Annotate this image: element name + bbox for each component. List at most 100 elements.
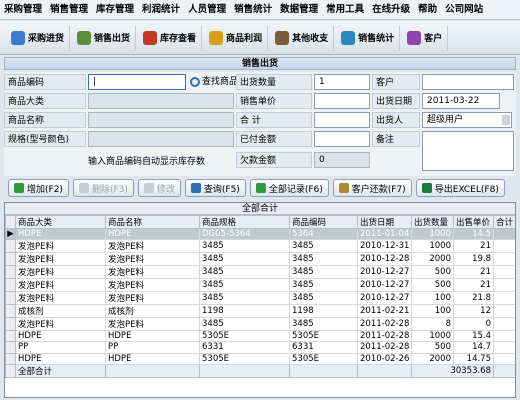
table-cell: 500 <box>411 278 454 293</box>
table-row[interactable]: 发泡PE料 发泡PE料 3485 3485 2010-12-27 500 21 <box>5 278 515 293</box>
menu-item[interactable]: 常用工具 <box>322 0 368 20</box>
table-cell: 19.8 <box>453 252 494 267</box>
menu-item[interactable]: 销售管理 <box>46 0 92 20</box>
action-button[interactable]: 导出EXCEL(F8) <box>415 179 505 197</box>
toolbar-button[interactable]: 客户 <box>402 25 449 50</box>
table-cell: 14.7 <box>453 341 494 354</box>
find-product-button[interactable]: 查找商品 <box>190 74 238 90</box>
toolbar-button[interactable]: 商品利润 <box>204 25 269 50</box>
menu-item[interactable]: 库存管理 <box>92 0 138 20</box>
paid-input[interactable] <box>314 131 370 147</box>
row-indicator <box>5 291 16 306</box>
table-cell: 5305E <box>199 352 290 365</box>
stock-hint: 输入商品编码自动显示库存数 <box>88 157 206 167</box>
column-header[interactable]: 出货日期 <box>357 215 412 229</box>
spec-field <box>88 131 234 147</box>
action-button-label: 全部记录(F6) <box>268 184 323 195</box>
table-cell: HDPE <box>15 227 106 241</box>
table-cell <box>493 252 515 267</box>
table-row[interactable]: 发泡PE料 发泡PE料 3485 3485 2011-02-28 8 0 <box>5 317 515 332</box>
table-cell: 100 <box>411 291 454 306</box>
toolbar-button[interactable]: 销售出货 <box>72 25 137 50</box>
table-cell <box>493 352 515 365</box>
table-cell: HDPE <box>105 227 200 241</box>
table-cell: 21 <box>453 265 494 280</box>
column-header[interactable]: 出售单价 <box>453 215 494 229</box>
action-button-label: 删除(F3) <box>91 184 128 195</box>
column-header[interactable]: 商品名称 <box>105 215 200 229</box>
document-icon <box>77 30 92 45</box>
column-header[interactable]: 出货数量 <box>411 215 454 229</box>
table-cell: 发泡PE料 <box>105 278 200 293</box>
toolbar-button[interactable]: 库存查看 <box>138 25 203 50</box>
table-row[interactable]: 发泡PE料 发泡PE料 3485 3485 2010-12-28 2000 19.8 <box>5 252 515 267</box>
toolbar-button[interactable]: 销售统计 <box>336 25 401 50</box>
row-indicator <box>5 352 16 365</box>
table-cell: 2000 <box>411 352 454 365</box>
customer-select[interactable] <box>422 74 514 90</box>
shipper-label: 出货人 <box>372 112 420 128</box>
action-button[interactable]: 增加(F2) <box>8 179 69 197</box>
table-cell: 成核剂 <box>105 304 200 319</box>
menu-item[interactable]: 利润统计 <box>138 0 184 20</box>
ship-date-label: 出货日期 <box>372 93 420 109</box>
menu-item[interactable]: 人员管理 <box>184 0 230 20</box>
table-cell <box>493 304 515 319</box>
table-row[interactable]: 发泡PE料 发泡PE料 3485 3485 2010-12-27 100 21.8 <box>5 291 515 306</box>
menu-item[interactable]: 公司网站 <box>441 0 487 20</box>
table-cell: 发泡PE料 <box>15 278 106 293</box>
current-row-icon: ▶ <box>5 227 16 241</box>
action-button[interactable]: 修改 <box>137 179 181 197</box>
action-button[interactable]: 查询(F5) <box>184 179 246 197</box>
table-row[interactable]: HDPE HDPE 5305E 5305E 2011-02-28 1000 15.4 <box>5 330 515 343</box>
column-header[interactable]: 合计 <box>493 215 515 229</box>
total-input[interactable] <box>314 112 370 128</box>
column-header[interactable]: 商品大类 <box>15 215 106 229</box>
shipper-select[interactable]: 超级用户 <box>422 112 512 128</box>
menu-item[interactable]: 在线升级 <box>368 0 414 20</box>
table-row[interactable]: 发泡PE料 发泡PE料 3485 3485 2010-12-31 1000 21 <box>5 239 515 254</box>
ship-date-input[interactable]: 2011-03-22 <box>422 93 500 109</box>
table-row[interactable]: HDPE HDPE 5305E 5305E 2010-02-26 2000 14.75 <box>5 352 515 365</box>
remark-label: 备注 <box>372 131 420 147</box>
table-cell: 3485 <box>199 317 290 332</box>
menu-bar: 采购管理 销售管理 库存管理 利润统计 人员管理 销售统计 数据管理 常用工具 在线升级 帮助 公司… <box>0 0 520 20</box>
menu-item[interactable]: 销售统计 <box>230 0 276 20</box>
menu-item[interactable]: 数据管理 <box>276 0 322 20</box>
table-cell: 3485 <box>199 291 290 306</box>
product-code-label: 商品编码 <box>4 74 86 90</box>
row-indicator <box>5 317 16 332</box>
toolbar-button[interactable]: 采购进货 <box>6 25 71 50</box>
toolbar-button-label: 商品利润 <box>226 34 263 44</box>
section-title: 销售出货 <box>4 57 516 70</box>
table-cell: 5364 <box>289 227 358 241</box>
menu-item[interactable]: 采购管理 <box>0 0 46 20</box>
paid-label: 已付金额 <box>236 131 312 147</box>
table-cell: 发泡PE料 <box>105 317 200 332</box>
table-row[interactable]: 成核剂 成核剂 1198 1198 2011-02-21 100 12 <box>5 304 515 319</box>
table-cell: 21.8 <box>453 291 494 306</box>
action-button[interactable]: 删除(F3) <box>72 179 134 197</box>
product-code-input[interactable]: | <box>88 74 186 90</box>
action-bar: 增加(F2) 删除(F3) 修改 查询(F5) 全部记录(F6) 客户还款(F7) 导出EX… <box>4 178 516 198</box>
column-header[interactable]: 商品编码 <box>289 215 358 229</box>
quantity-input[interactable]: 1 <box>314 74 370 90</box>
toolbar-button-label: 其他收支 <box>292 34 329 44</box>
column-header[interactable]: 商品规格 <box>199 215 290 229</box>
footer-cell <box>199 363 290 378</box>
search-icon <box>190 77 200 87</box>
table-row[interactable]: PP PP 6331 6331 2011-02-28 500 14.7 <box>5 341 515 354</box>
total-label: 合 计 <box>236 112 312 128</box>
unit-price-input[interactable] <box>314 93 370 109</box>
toolbar-button[interactable]: 其他收支 <box>270 25 335 50</box>
action-button[interactable]: 客户还款(F7) <box>332 179 412 197</box>
table-row[interactable]: 发泡PE料 发泡PE料 3485 3485 2010-12-27 500 21 <box>5 265 515 280</box>
menu-item[interactable]: 帮助 <box>414 0 441 20</box>
action-button[interactable]: 全部记录(F6) <box>249 179 329 197</box>
remark-input[interactable] <box>422 131 514 171</box>
action-button-label: 查询(F5) <box>203 184 240 195</box>
row-indicator <box>5 330 16 343</box>
table-cell: 2010-12-27 <box>357 278 412 293</box>
table-row[interactable]: ▶ HDPE HDPE DG05-5364 5364 2011-01-04 1000 14.5 <box>5 227 515 241</box>
excel-icon <box>421 183 432 193</box>
